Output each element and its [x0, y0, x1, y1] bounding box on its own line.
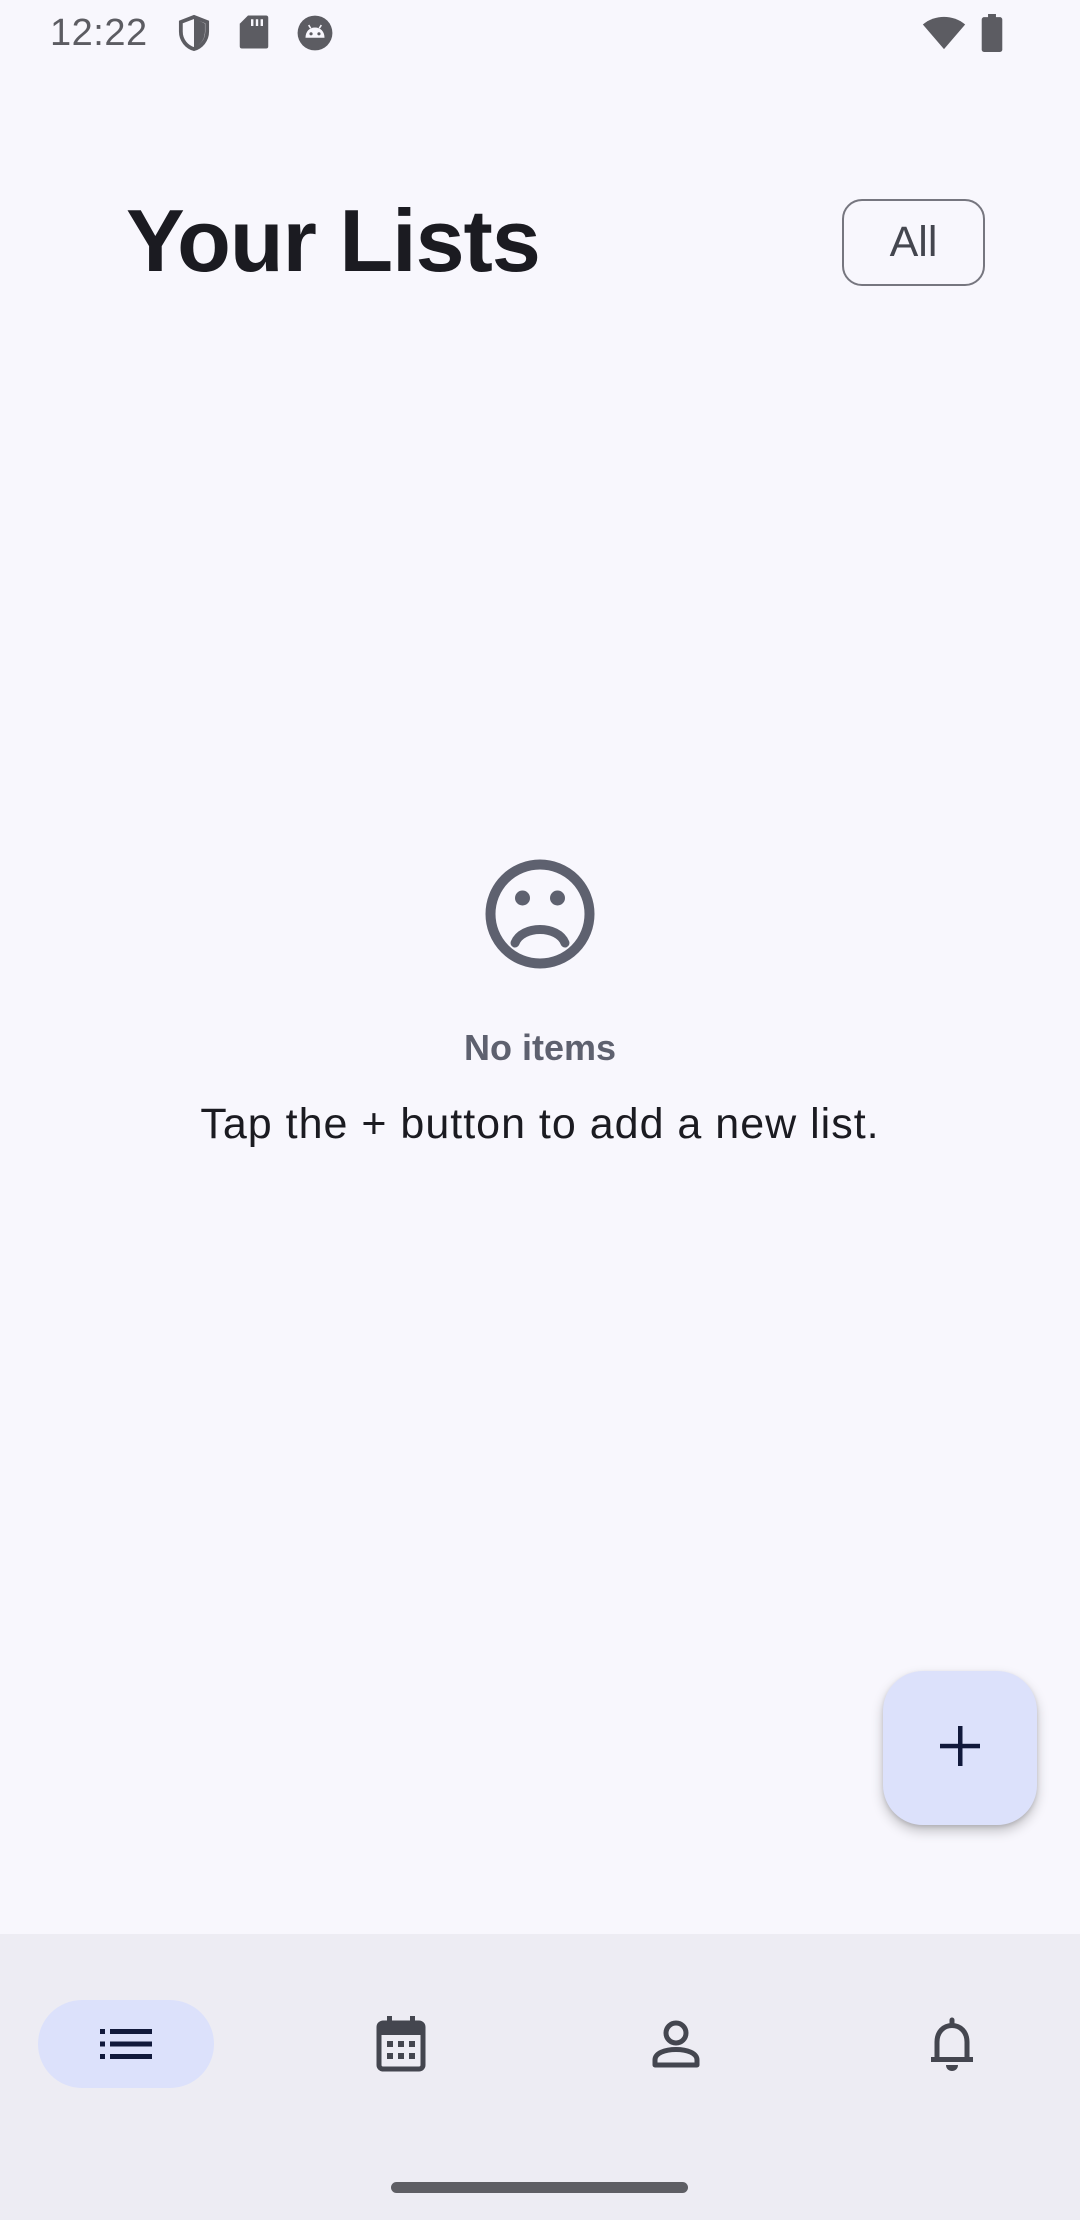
sad-face-icon — [484, 858, 596, 975]
filter-all-button[interactable]: All — [842, 199, 985, 286]
nav-item-lists[interactable] — [38, 2000, 214, 2088]
sd-card-icon — [238, 14, 270, 50]
page-title: Your Lists — [126, 191, 541, 290]
nav-item-calendar[interactable] — [313, 2000, 489, 2088]
add-list-button[interactable] — [883, 1671, 1037, 1825]
battery-icon — [980, 14, 1004, 52]
calendar-icon — [376, 2016, 426, 2072]
wifi-icon — [922, 16, 966, 50]
android-icon — [296, 14, 334, 52]
empty-state-title: No items — [463, 1027, 617, 1068]
plus-icon — [938, 1724, 982, 1773]
screen: 12:22 Your Lists All No items Tap the + … — [0, 0, 1080, 2220]
gesture-handle — [391, 2182, 688, 2193]
status-bar: 12:22 — [0, 0, 1080, 66]
person-icon — [651, 2020, 701, 2068]
nav-item-notifications[interactable] — [864, 2000, 1040, 2088]
bottom-navigation — [0, 1934, 1080, 2220]
bell-icon — [928, 2016, 976, 2072]
nav-item-profile[interactable] — [588, 2000, 764, 2088]
empty-state-message: Tap the + button to add a new list. — [200, 1100, 880, 1148]
shield-icon — [176, 14, 212, 52]
list-icon — [100, 2027, 152, 2061]
status-time: 12:22 — [50, 12, 148, 54]
